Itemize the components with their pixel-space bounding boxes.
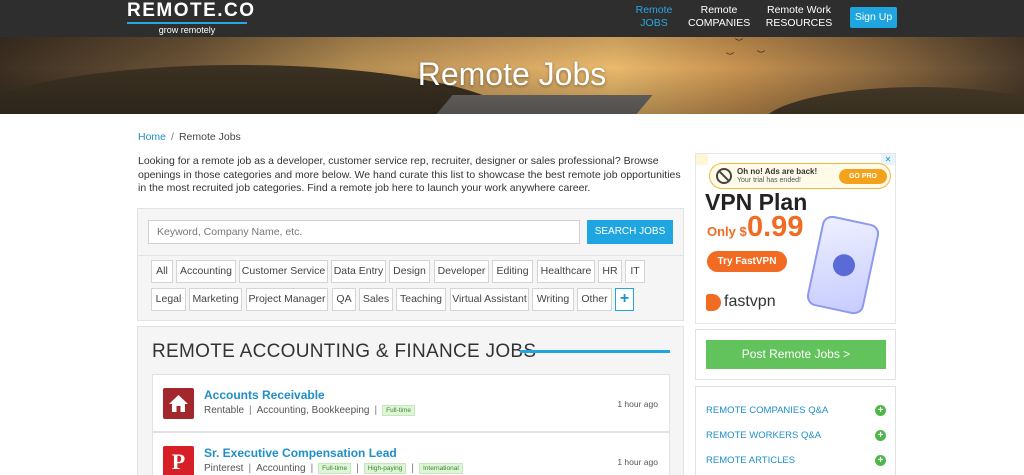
sidebar-link-label: REMOTE WORKERS Q&A: [706, 430, 822, 441]
resources-links-panel: REMOTE COMPANIES Q&A + REMOTE WORKERS Q&…: [695, 386, 896, 475]
category-tag-healthcare[interactable]: Healthcare: [537, 260, 595, 283]
try-fastvpn-button[interactable]: Try FastVPN: [707, 251, 787, 272]
category-tag-design[interactable]: Design: [389, 260, 430, 283]
category-tag-other[interactable]: Other: [577, 288, 612, 311]
ad-price: 0.99: [747, 211, 804, 243]
category-tag-teaching[interactable]: Teaching: [396, 288, 446, 311]
logo-wordmark: REMOTE.CO: [127, 0, 256, 21]
ad-price-label: Only $: [707, 224, 747, 239]
nav-remote-companies[interactable]: Remote COMPANIES: [688, 4, 750, 30]
ad-choices-icon[interactable]: [696, 154, 708, 165]
logo-tagline: grow remotely: [158, 25, 216, 35]
block-icon: [716, 168, 732, 184]
category-tag-writing[interactable]: Writing: [532, 288, 574, 311]
category-tag-virtual-assistant[interactable]: Virtual Assistant: [450, 288, 529, 311]
nav-remote-jobs[interactable]: Remote JOBS: [630, 4, 678, 30]
job-title[interactable]: Accounts Receivable: [204, 388, 325, 402]
site-logo[interactable]: REMOTE.CO grow remotely: [127, 0, 256, 35]
intro-paragraph: Looking for a remote job as a developer,…: [138, 155, 681, 194]
breadcrumb-home-link[interactable]: Home: [138, 131, 166, 143]
company-logo-rentable: [163, 388, 194, 419]
more-categories-button[interactable]: +: [615, 288, 634, 311]
job-tag-full-time: Full-time: [382, 405, 416, 416]
nav-remote-jobs-line1: Remote: [635, 4, 673, 16]
hero-banner: ︶ ︶ ︶ Remote Jobs: [0, 37, 1024, 114]
category-tag-legal[interactable]: Legal: [151, 288, 186, 311]
sidebar-link-label: REMOTE COMPANIES Q&A: [706, 405, 829, 416]
sidebar-link-companies-qa[interactable]: REMOTE COMPANIES Q&A +: [706, 404, 886, 418]
nav-remote-companies-line2: COMPANIES: [688, 17, 751, 29]
job-categories: Accounting, Bookkeeping: [256, 405, 370, 417]
expand-plus-icon[interactable]: +: [875, 455, 886, 466]
ad-brand-name: fastvpn: [724, 293, 776, 310]
vpn-shield-icon: [830, 252, 858, 279]
bird-icon: ︶: [735, 38, 743, 47]
job-company: Pinterest: [204, 463, 244, 475]
category-tag-marketing[interactable]: Marketing: [189, 288, 242, 311]
job-posted-time: 1 hour ago: [617, 399, 658, 409]
search-jobs-button[interactable]: SEARCH JOBS: [587, 220, 673, 244]
category-tag-sales[interactable]: Sales: [359, 288, 393, 311]
nav-remote-resources-line2: RESOURCES: [765, 17, 833, 29]
nav-remote-companies-line1: Remote: [700, 4, 738, 16]
category-tag-developer[interactable]: Developer: [434, 260, 489, 283]
job-tag-full-time: Full-time: [318, 463, 352, 474]
fastvpn-logo-icon: [706, 294, 721, 311]
company-logo-pinterest: P: [163, 446, 194, 475]
sidebar-link-articles[interactable]: REMOTE ARTICLES +: [706, 454, 886, 468]
breadcrumb-separator: /: [171, 131, 174, 143]
job-posted-time: 1 hour ago: [617, 457, 658, 467]
ad-alert-banner: Oh no! Ads are back! Your trial has ende…: [709, 163, 891, 189]
post-remote-jobs-button[interactable]: Post Remote Jobs >: [706, 340, 886, 369]
category-tag-editing[interactable]: Editing: [492, 260, 533, 283]
expand-plus-icon[interactable]: +: [875, 430, 886, 441]
sidebar-link-label: REMOTE ARTICLES: [706, 455, 796, 466]
category-tag-qa[interactable]: QA: [332, 288, 356, 311]
sidebar-ad[interactable]: ✕ Oh no! Ads are back! Your trial has en…: [695, 153, 896, 324]
category-tag-all[interactable]: All: [151, 260, 173, 283]
phone-illustration: [805, 213, 881, 317]
category-tag-hr[interactable]: HR: [598, 260, 622, 283]
category-tag-it[interactable]: IT: [625, 260, 645, 283]
job-tag-high-paying: High-paying: [363, 463, 407, 474]
job-categories: Accounting: [256, 463, 306, 475]
svg-text:P: P: [172, 449, 185, 474]
sign-up-button[interactable]: Sign Up: [850, 7, 897, 28]
section-title-rule: [520, 350, 670, 353]
category-tag-customer-service[interactable]: Customer Service: [239, 260, 328, 283]
job-card[interactable]: P Sr. Executive Compensation Lead Pinter…: [152, 432, 670, 475]
expand-plus-icon[interactable]: +: [875, 405, 886, 416]
nav-remote-resources[interactable]: Remote Work RESOURCES: [762, 4, 836, 30]
sidebar-link-workers-qa[interactable]: REMOTE WORKERS Q&A +: [706, 429, 886, 443]
top-navbar: REMOTE.CO grow remotely Remote JOBS Remo…: [0, 0, 1024, 37]
job-tag-international: International: [419, 463, 463, 474]
post-jobs-panel: Post Remote Jobs >: [695, 329, 896, 380]
category-tag-project-manager[interactable]: Project Manager: [246, 288, 328, 311]
category-tag-accounting[interactable]: Accounting: [176, 260, 236, 283]
breadcrumb-current: Remote Jobs: [178, 131, 241, 143]
job-company: Rentable: [204, 405, 245, 417]
ad-alert-title: Oh no! Ads are back!: [737, 167, 818, 176]
job-card[interactable]: Accounts Receivable Rentable | Accounting,…: [152, 374, 670, 432]
job-search-input[interactable]: [148, 220, 580, 244]
category-tag-data-entry[interactable]: Data Entry: [331, 260, 386, 283]
job-meta: Pinterest | Accounting | Full-time | High-payi…: [204, 463, 463, 474]
breadcrumb: Home / Remote Jobs: [138, 131, 241, 143]
logo-underline: [127, 22, 247, 24]
nav-remote-resources-line1: Remote Work: [767, 4, 831, 16]
ad-alert-subtitle: Your trial has ended!: [737, 177, 801, 184]
search-row: SEARCH JOBS: [138, 209, 683, 256]
hero-title: Remote Jobs: [417, 56, 607, 92]
nav-remote-jobs-line2: JOBS: [640, 17, 668, 29]
pinterest-icon: P: [172, 449, 185, 474]
section-title: REMOTE ACCOUNTING & FINANCE JOBS: [152, 341, 537, 362]
job-meta: Rentable | Accounting, Bookkeeping | Full-ti…: [204, 405, 416, 417]
house-icon: [169, 395, 188, 412]
job-title[interactable]: Sr. Executive Compensation Lead: [204, 446, 397, 460]
go-pro-button[interactable]: GO PRO: [839, 169, 887, 184]
